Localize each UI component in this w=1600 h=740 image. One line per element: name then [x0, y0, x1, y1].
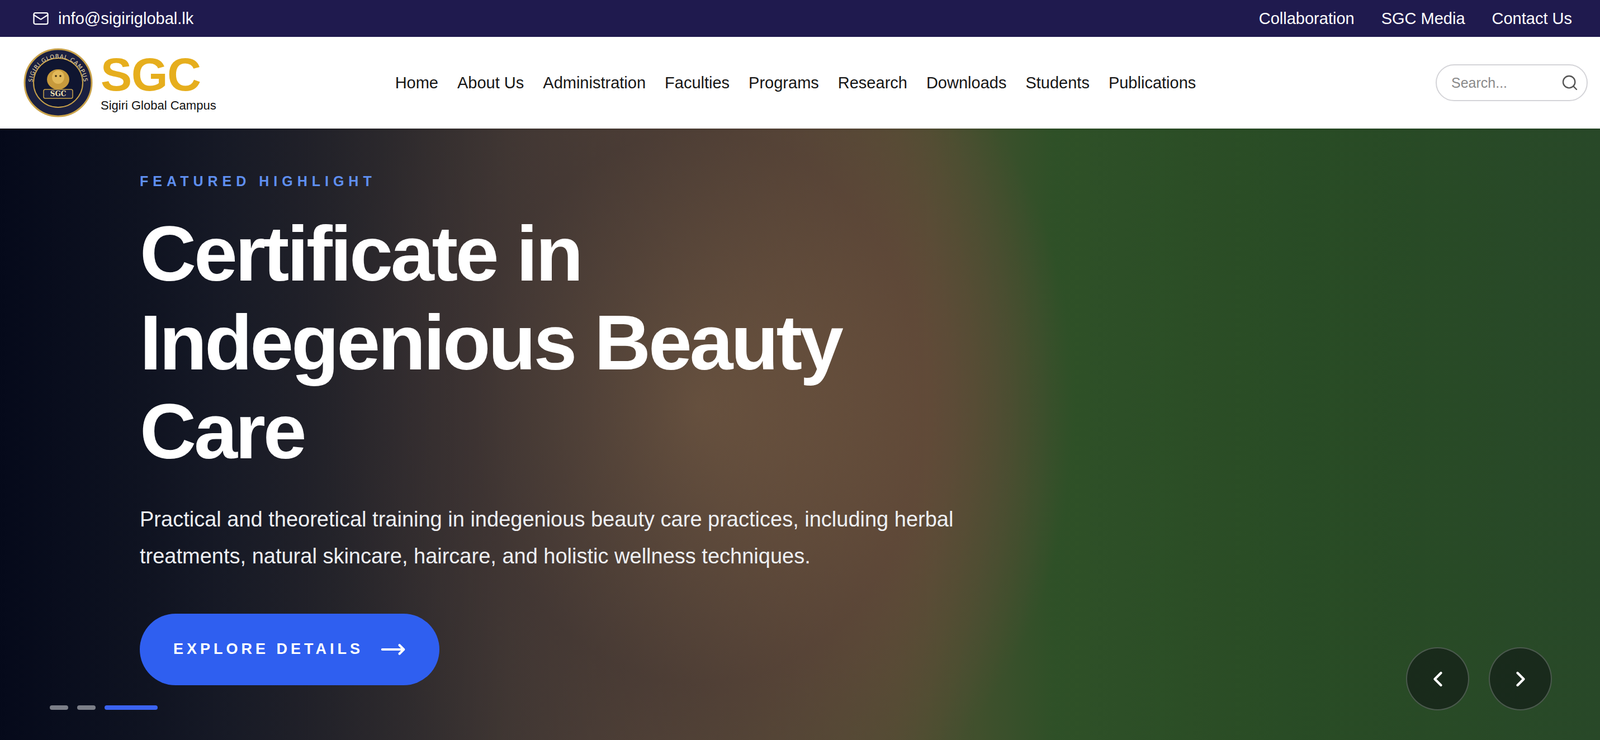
brand[interactable]: SIGIRI GLOBAL CAMPUSSGCSGCSigiri Global … [23, 48, 217, 118]
carousel-controls [1406, 647, 1552, 711]
brand-subtitle: Sigiri Global Campus [100, 98, 217, 113]
nav-item[interactable]: Home [395, 73, 439, 93]
nav-item[interactable]: Downloads [926, 73, 1007, 93]
search-icon[interactable] [1560, 73, 1579, 92]
slide-indicator[interactable] [49, 705, 69, 710]
hero-content: FEATURED HIGHLIGHT Certificate in Indegen… [0, 128, 1600, 686]
hero-eyebrow: FEATURED HIGHLIGHT [139, 173, 377, 190]
page: info@sigiriglobal.lk Collaboration SGC Med… [0, 0, 1600, 740]
email-text[interactable]: info@sigiriglobal.lk [58, 9, 194, 28]
campus-logo-icon: SIGIRI GLOBAL CAMPUSSGC [23, 48, 93, 118]
chevron-left-icon [1425, 666, 1451, 692]
top-bar: info@sigiriglobal.lk Collaboration SGC Med… [0, 0, 1600, 37]
nav-item[interactable]: Administration [542, 73, 646, 93]
nav-item[interactable]: Programs [748, 73, 820, 93]
nav-item[interactable]: Faculties [664, 73, 730, 93]
explore-button[interactable]: EXPLORE DETAILS [139, 613, 440, 686]
brand-text: SGCSigiri Global Campus [100, 52, 217, 113]
brand-title: SGC [100, 52, 217, 98]
top-link[interactable]: SGC Media [1381, 9, 1466, 28]
nav-item[interactable]: About Us [457, 73, 524, 93]
arrow-right-icon [380, 636, 406, 663]
top-link[interactable]: Collaboration [1258, 9, 1355, 28]
chevron-right-icon [1508, 666, 1533, 692]
slide-indicator[interactable] [104, 705, 158, 710]
mail-icon [32, 10, 50, 27]
slide-indicators [49, 705, 158, 710]
main-header: SIGIRI GLOBAL CAMPUSSGCSGCSigiri Global … [0, 36, 1600, 129]
nav-item[interactable]: Publications [1108, 73, 1196, 93]
email-contact[interactable]: info@sigiriglobal.lk [32, 9, 194, 28]
next-slide-button[interactable] [1488, 647, 1552, 711]
hero-title: Certificate in Indegenious Beauty Care [139, 209, 923, 477]
nav-item[interactable]: Students [1025, 73, 1090, 93]
slide-indicator[interactable] [77, 705, 96, 710]
top-link[interactable]: Contact Us [1492, 9, 1573, 28]
main-nav: Home About Us Administration Faculties Progr… [395, 73, 1197, 93]
search-box[interactable] [1435, 64, 1588, 102]
nav-item[interactable]: Research [838, 73, 908, 93]
top-links: Collaboration SGC Media Contact Us [1258, 9, 1573, 28]
hero-banner: FEATURED HIGHLIGHT Certificate in Indegen… [0, 128, 1600, 740]
search-input[interactable] [1450, 74, 1557, 92]
prev-slide-button[interactable] [1406, 647, 1470, 711]
hero-description: Practical and theoretical training in in… [139, 500, 1024, 575]
svg-text:SGC: SGC [50, 90, 66, 98]
